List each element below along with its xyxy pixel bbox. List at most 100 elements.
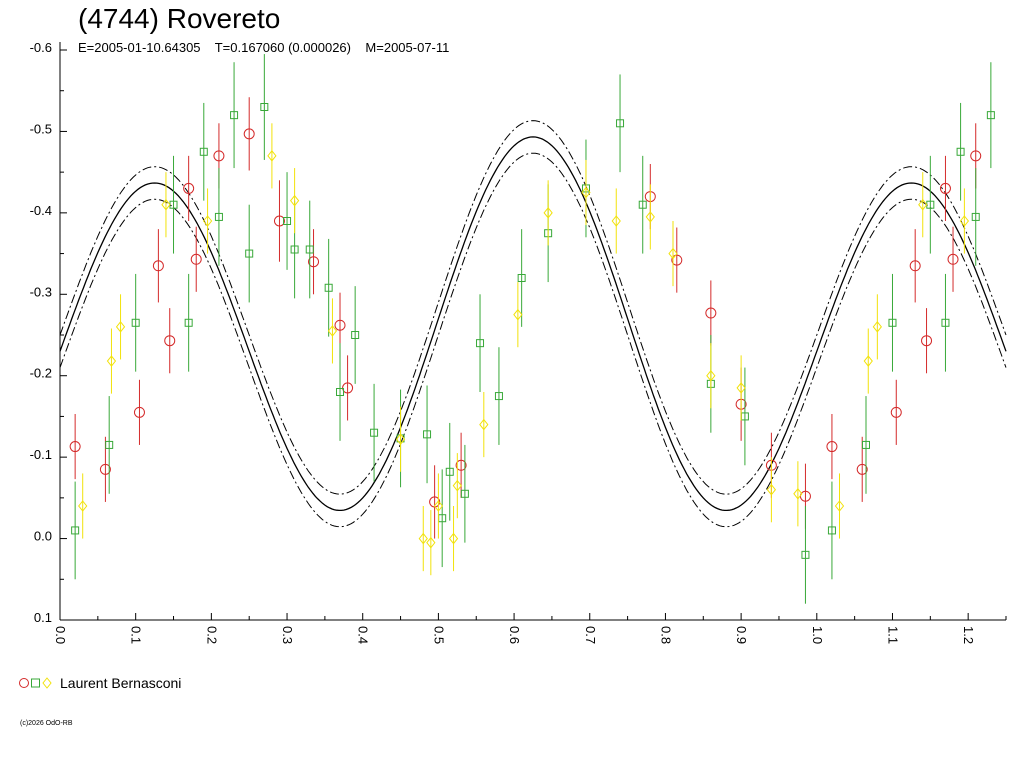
y-tick-label: -0.3 [30, 284, 52, 299]
data-point-square [184, 273, 193, 372]
data-point-diamond [863, 328, 873, 394]
data-point-circle [243, 97, 255, 171]
data-point-diamond [736, 355, 746, 421]
x-tick-label: 0.0 [53, 626, 68, 644]
data-point-diamond [918, 172, 928, 238]
x-tick-label: 0.4 [356, 626, 371, 644]
data-point-diamond [106, 328, 117, 394]
data-point-square [801, 506, 810, 604]
copyright-text: (c)2026 OdO-RB [20, 720, 73, 727]
y-tick-label: -0.2 [30, 366, 52, 381]
data-point-diamond [327, 298, 338, 364]
data-point-square [324, 238, 333, 337]
data-point-diamond [479, 392, 489, 458]
data-point-circle [69, 413, 81, 480]
lightcurve-chart: -0.6-0.5-0.4-0.3-0.2-0.10.00.10.0 0.1 0.2 0… [30, 40, 1007, 644]
data-point-diamond [611, 188, 621, 254]
data-point-circle [190, 226, 202, 292]
data-point-diamond [452, 453, 462, 519]
y-tick-label: -0.4 [30, 203, 52, 218]
data-point-square [740, 367, 749, 466]
data-point-diamond [668, 221, 678, 287]
data-point-square [214, 168, 223, 266]
data-point-diamond [426, 510, 436, 576]
data-point-square [260, 54, 269, 160]
x-tick-label: 0.5 [431, 626, 446, 644]
data-point-square [986, 62, 995, 169]
data-point-diamond [513, 282, 523, 348]
data-point-diamond [448, 506, 459, 572]
data-point-square [941, 273, 950, 372]
x-tick-label: 0.6 [507, 626, 522, 644]
data-point-diamond [706, 343, 716, 409]
data-point-diamond [115, 294, 126, 360]
data-point-square [423, 385, 432, 484]
data-point-square [336, 343, 345, 441]
y-tick-label: -0.1 [30, 447, 52, 462]
data-point-square [131, 273, 140, 372]
data-point-diamond [581, 159, 591, 226]
y-tick-label: 0.0 [34, 529, 52, 544]
data-point-square [616, 74, 625, 173]
data-point-square [956, 102, 965, 201]
data-point-square [351, 286, 360, 384]
data-point-square [105, 396, 114, 494]
data-point-square [438, 469, 447, 568]
data-point-circle [273, 180, 285, 262]
legend-label: Laurent Bernasconi [60, 675, 182, 691]
data-point-square [476, 294, 485, 392]
data-point-diamond [395, 406, 406, 472]
data-point-circle [909, 229, 921, 303]
data-point-diamond [645, 184, 655, 250]
x-tick-label: 0.3 [280, 626, 295, 644]
y-tick-label: -0.5 [30, 121, 52, 136]
data-point-square [827, 481, 836, 580]
fit-curves [59, 120, 1007, 528]
data-point-diamond [289, 168, 300, 234]
legend-markers-icon [19, 677, 52, 689]
data-point-circle [133, 379, 145, 445]
data-point-square [199, 102, 208, 201]
data-point-diamond [267, 123, 277, 189]
data-point-square [230, 62, 239, 169]
data-point-circle [164, 308, 176, 374]
y-tick-label: -0.6 [30, 40, 52, 55]
data-point-square [245, 204, 254, 303]
data-point-square [71, 481, 80, 580]
fit-curve [59, 136, 1007, 512]
data-point-square [888, 273, 897, 372]
legend: Laurent Bernasconi [18, 675, 181, 691]
data-point-diamond [766, 457, 777, 523]
x-tick-label: 0.9 [734, 626, 749, 644]
x-tick-label: 0.1 [129, 626, 144, 644]
data-point-diamond [78, 473, 88, 539]
data-point-circle [947, 226, 959, 292]
data-point-square [169, 155, 178, 254]
y-tick-label: 0.1 [34, 610, 52, 625]
data-point-square [861, 396, 870, 494]
fit-upper-band [59, 120, 1007, 495]
data-point-square [305, 200, 314, 299]
data-point-square [638, 155, 647, 254]
fit-lower-band [59, 152, 1007, 528]
x-tick-label: 0.7 [583, 626, 598, 644]
data-point-circle [921, 308, 933, 374]
data-point-square [926, 155, 935, 254]
data-point-circle [152, 229, 164, 303]
data-point-circle [890, 379, 902, 445]
data-point-diamond [418, 506, 428, 572]
x-tick-label: 0.8 [658, 626, 673, 644]
data-point-square [494, 347, 503, 445]
x-tick-label: 1.0 [810, 626, 825, 644]
x-tick-label: 1.1 [885, 626, 900, 644]
x-tick-label: 1.2 [961, 626, 976, 644]
data-point-square [971, 168, 980, 266]
data-point-circle [826, 413, 838, 480]
data-point-diamond [433, 473, 444, 539]
data-point-square [370, 383, 379, 482]
data-point-diamond [872, 294, 882, 360]
data-point-square [517, 229, 526, 327]
data-point-square [460, 444, 469, 543]
data-point-diamond [543, 180, 553, 246]
data-point-diamond [834, 473, 845, 539]
